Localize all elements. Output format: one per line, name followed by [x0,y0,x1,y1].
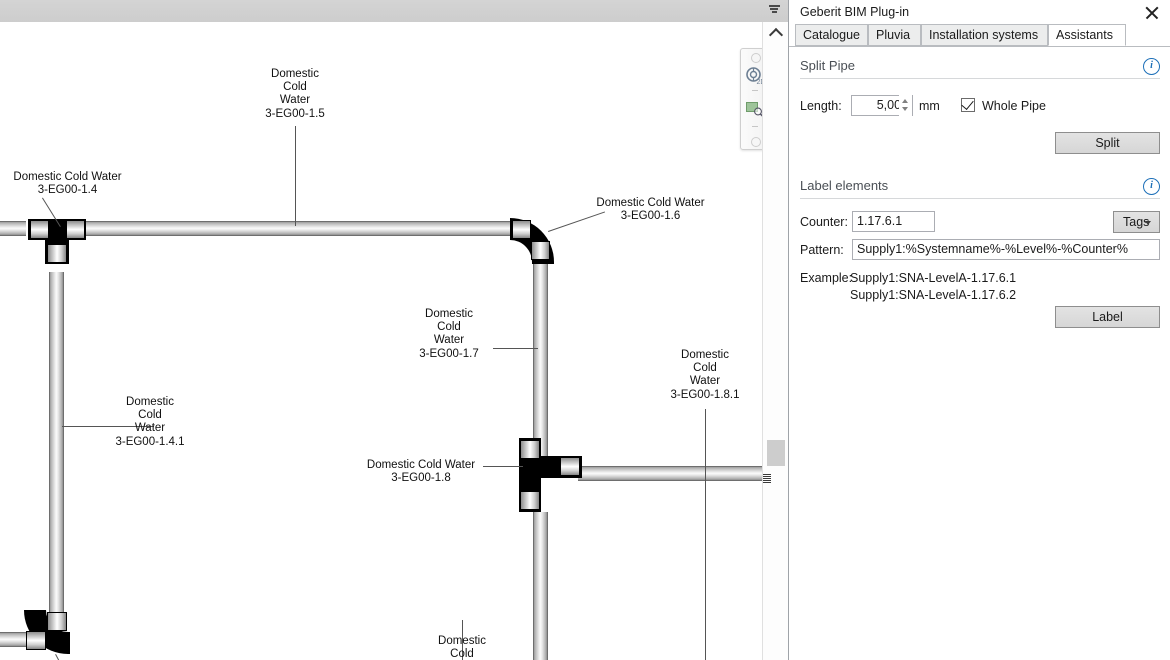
zoom-region-icon[interactable] [746,101,762,117]
counter-input[interactable]: 1.17.6.1 [852,211,935,232]
fitting-collar [66,220,85,239]
fitting-collar [30,220,49,239]
example-line-2: Supply1:SNA-LevelA-1.17.6.2 [850,288,1016,303]
dropdown-caret-icon[interactable] [768,5,780,17]
pipe-label-dcw-1-5: Domestic Cold Water 3-EG00-1.5 [235,68,355,121]
pipe-segment [533,512,548,660]
fitting-collar [520,440,540,459]
example-label: Example: [800,271,852,285]
fitting-collar [512,220,531,239]
pipe-segment [49,272,64,624]
leader-line [493,348,538,349]
whole-pipe-label: Whole Pipe [982,99,1046,113]
split-pipe-header: Split Pipe i [789,55,1170,79]
tab-assistants[interactable]: Assistants [1048,24,1126,46]
split-pipe-heading: Split Pipe [800,58,855,73]
chevron-down-icon [1145,221,1151,225]
pipe-segment [0,221,26,236]
leader-line [705,409,706,660]
tab-catalogue[interactable]: Catalogue [795,24,868,46]
panel-titlebar: Geberit BIM Plug-in [789,0,1170,25]
pipe-segment [578,466,762,481]
tab-installation-systems[interactable]: Installation systems [921,24,1048,46]
pattern-label: Pattern: [800,243,844,257]
checkmark-icon [961,97,973,110]
label-elements-section: Label elements i Counter: 1.17.6.1 Tags … [789,175,1170,345]
whole-pipe-checkbox[interactable] [961,98,975,112]
navbar-divider [752,126,758,127]
fitting-collar [47,244,67,263]
leader-line [295,126,296,226]
tags-dropdown-button[interactable]: Tags [1113,211,1160,233]
steering-wheel-2d-icon[interactable]: 2D [745,66,762,86]
pipe-label-dcw-1-7: Domestic Cold Water 3-EG00-1.7 [406,308,492,361]
fitting-collar [520,491,540,510]
pattern-input[interactable]: Supply1:%Systemname%-%Level%-%Counter% [852,239,1160,260]
scrollbar-thumb[interactable] [767,440,785,466]
navigation-bar[interactable]: 2D [740,48,762,150]
fitting-collar [560,457,580,476]
scroll-position-marker [763,474,771,484]
length-stepper[interactable] [899,95,912,116]
pipe-label-dcw-1-6: Domestic Cold Water 3-EG00-1.6 [578,197,723,223]
section-divider [800,78,1160,79]
pipe-label-dcw-1-4: Domestic Cold Water 3-EG00-1.4 [0,171,135,197]
pipe-label-dcw-bottom: Domestic Cold [422,635,502,660]
cad-canvas-area: Domestic Cold Water 3-EG00-1.5 Domestic … [0,0,788,660]
info-icon[interactable]: i [1143,178,1160,195]
panel-tabstrip: Catalogue Pluvia Installation systems As… [789,24,1170,47]
pipe-label-dcw-1-8-1: Domestic Cold Water 3-EG00-1.8.1 [655,349,755,402]
tab-pluvia[interactable]: Pluvia [868,24,921,46]
split-pipe-section: Split Pipe i Length: 5,000 mm Whole Pipe… [789,55,1170,160]
pipe-label-dcw-1-4-1: Domestic Cold Water 3-EG00-1.4.1 [100,396,200,449]
length-label: Length: [800,99,842,113]
pipe-segment [533,260,548,460]
navbar-divider [752,90,758,91]
label-elements-header: Label elements i [789,175,1170,199]
navbar-handle-top-icon [751,53,761,63]
canvas-vertical-scrollbar[interactable] [762,22,788,660]
scroll-up-button[interactable] [763,22,788,42]
navbar-handle-bottom-icon [751,137,761,147]
pipe-segment [0,632,26,647]
info-icon[interactable]: i [1143,58,1160,75]
counter-label: Counter: [800,215,848,229]
panel-title-text: Geberit BIM Plug-in [800,5,909,19]
pipe-drawing[interactable]: Domestic Cold Water 3-EG00-1.5 Domestic … [0,22,762,660]
section-divider [800,198,1160,199]
leader-line [483,466,523,467]
close-icon[interactable] [1141,2,1163,24]
leader-line [55,654,66,660]
split-button[interactable]: Split [1055,132,1160,154]
view-toolbar[interactable] [0,0,788,23]
fitting-collar [47,612,67,631]
pipe-label-dcw-1-8: Domestic Cold Water 3-EG00-1.8 [358,459,484,485]
fitting-collar [26,631,46,650]
fitting-collar [531,241,550,260]
label-elements-heading: Label elements [800,178,888,193]
chevron-up-icon [769,28,783,42]
label-button[interactable]: Label [1055,306,1160,328]
length-unit-label: mm [919,99,940,113]
application-window: Domestic Cold Water 3-EG00-1.5 Domestic … [0,0,1170,660]
pipe-segment [84,221,520,236]
geberit-plugin-panel: Geberit BIM Plug-in Catalogue Pluvia Ins… [788,0,1170,660]
example-line-1: Supply1:SNA-LevelA-1.17.6.1 [850,271,1016,286]
